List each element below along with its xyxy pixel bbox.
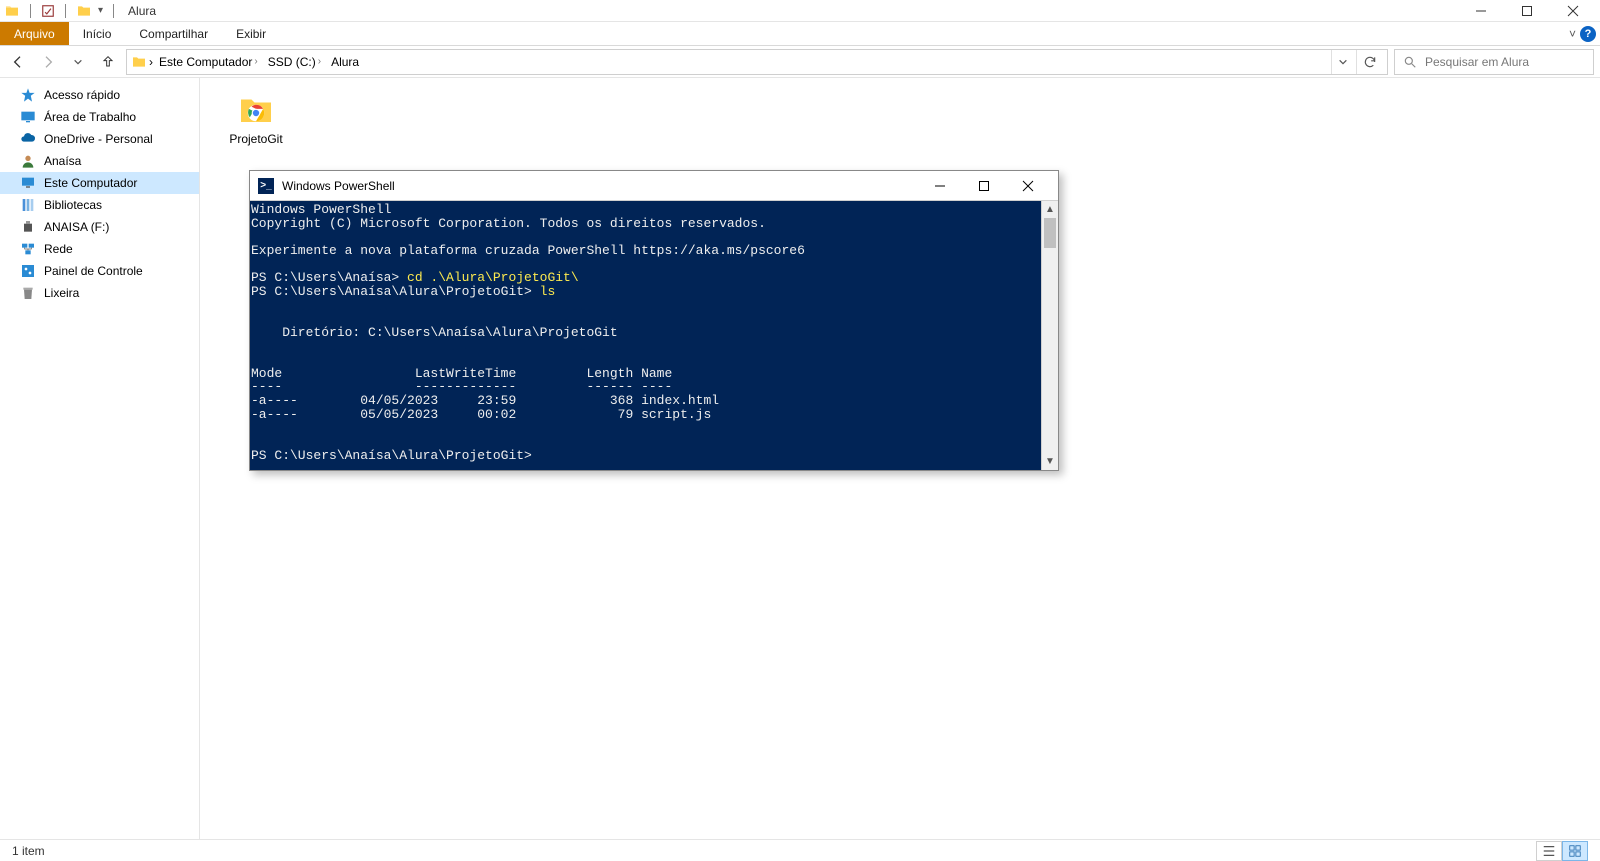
ribbon-tab-exibir[interactable]: Exibir: [222, 22, 280, 45]
star-icon: [20, 87, 36, 103]
separator: [30, 4, 31, 18]
ps-close-button[interactable]: [1006, 172, 1050, 200]
trash-icon: [20, 285, 36, 301]
ps-minimize-button[interactable]: [918, 172, 962, 200]
desktop-icon: [20, 109, 36, 125]
sidebar-item[interactable]: ANAISA (F:): [0, 216, 199, 238]
address-folder-icon: [131, 54, 147, 70]
control-icon: [20, 263, 36, 279]
sidebar-item[interactable]: Rede: [0, 238, 199, 260]
explorer-title-bar: ▾ Alura: [0, 0, 1600, 22]
back-button[interactable]: [6, 50, 30, 74]
sidebar-item-label: Área de Trabalho: [44, 110, 136, 124]
sidebar-item[interactable]: Acesso rápido: [0, 84, 199, 106]
folder-item-projetogit[interactable]: ProjetoGit: [216, 92, 296, 146]
sidebar-item-label: Anaísa: [44, 154, 81, 168]
usb-icon: [20, 219, 36, 235]
scroll-thumb[interactable]: [1044, 218, 1056, 248]
recent-locations-button[interactable]: [66, 50, 90, 74]
folder-icon: [4, 3, 20, 19]
breadcrumb-label: Este Computador: [159, 55, 252, 69]
breadcrumb-item[interactable]: Este Computador›: [155, 50, 262, 74]
ps-maximize-button[interactable]: [962, 172, 1006, 200]
help-button[interactable]: ?: [1580, 26, 1596, 42]
user-icon: [20, 153, 36, 169]
refresh-button[interactable]: [1356, 50, 1383, 74]
network-icon: [20, 241, 36, 257]
ribbon-tab-inicio[interactable]: Início: [69, 22, 126, 45]
sidebar-item-label: Bibliotecas: [44, 198, 102, 212]
ribbon-collapse-icon[interactable]: ˅: [1569, 27, 1576, 41]
onedrive-icon: [20, 131, 36, 147]
scroll-up-icon[interactable]: ▲: [1042, 201, 1058, 218]
powershell-title-bar[interactable]: >_ Windows PowerShell: [250, 171, 1058, 201]
qat-overflow-icon[interactable]: ▾: [98, 5, 103, 16]
minimize-button[interactable]: [1458, 0, 1504, 22]
nav-row: › Este Computador› SSD (C:)› Alura Pesqu…: [0, 46, 1600, 78]
powershell-icon: >_: [258, 178, 274, 194]
powershell-terminal[interactable]: Windows PowerShell Copyright (C) Microso…: [250, 201, 1041, 470]
powershell-window[interactable]: >_ Windows PowerShell Windows PowerShell…: [249, 170, 1059, 471]
sidebar: Acesso rápido Área de Trabalho OneDrive - …: [0, 78, 200, 839]
chevron-right-icon[interactable]: ›: [318, 56, 321, 67]
breadcrumb-item[interactable]: SSD (C:)›: [264, 50, 325, 74]
separator: [113, 4, 114, 18]
qat-properties-icon[interactable]: [41, 4, 55, 18]
sidebar-item[interactable]: Lixeira: [0, 282, 199, 304]
close-button[interactable]: [1550, 0, 1596, 22]
search-placeholder: Pesquisar em Alura: [1425, 55, 1529, 69]
ps-scrollbar[interactable]: ▲ ▼: [1041, 201, 1058, 470]
chevron-right-icon[interactable]: ›: [254, 56, 257, 67]
sidebar-item-label: Este Computador: [44, 176, 137, 190]
ribbon-tab-arquivo[interactable]: Arquivo: [0, 22, 69, 45]
status-bar: 1 item: [0, 839, 1600, 861]
sidebar-item[interactable]: Este Computador: [0, 172, 199, 194]
sidebar-item[interactable]: Anaísa: [0, 150, 199, 172]
sidebar-item[interactable]: OneDrive - Personal: [0, 128, 199, 150]
sidebar-item-label: Rede: [44, 242, 73, 256]
monitor-icon: [20, 175, 36, 191]
breadcrumb-label: SSD (C:): [268, 55, 316, 69]
current-folder-icon: [76, 3, 92, 19]
view-details-button[interactable]: [1536, 841, 1562, 861]
chrome-folder-icon: [238, 92, 274, 128]
ribbon-tab-compartilhar[interactable]: Compartilhar: [125, 22, 222, 45]
sidebar-item-label: Painel de Controle: [44, 264, 143, 278]
breadcrumb-item[interactable]: Alura: [327, 50, 363, 74]
view-icons-button[interactable]: [1562, 841, 1588, 861]
libs-icon: [20, 197, 36, 213]
search-icon: [1403, 55, 1417, 69]
sidebar-item[interactable]: Área de Trabalho: [0, 106, 199, 128]
file-label: ProjetoGit: [216, 132, 296, 146]
sidebar-item[interactable]: Bibliotecas: [0, 194, 199, 216]
status-text: 1 item: [12, 844, 45, 858]
breadcrumb-label: Alura: [331, 55, 359, 69]
sidebar-item-label: OneDrive - Personal: [44, 132, 153, 146]
maximize-button[interactable]: [1504, 0, 1550, 22]
up-button[interactable]: [96, 50, 120, 74]
forward-button[interactable]: [36, 50, 60, 74]
window-title: Alura: [128, 4, 156, 18]
chevron-right-icon[interactable]: ›: [149, 55, 153, 69]
address-bar[interactable]: › Este Computador› SSD (C:)› Alura: [126, 49, 1388, 75]
sidebar-item[interactable]: Painel de Controle: [0, 260, 199, 282]
ribbon-tabs: Arquivo Início Compartilhar Exibir ˅ ?: [0, 22, 1600, 46]
address-dropdown-button[interactable]: [1331, 50, 1354, 74]
powershell-title: Windows PowerShell: [282, 179, 395, 193]
sidebar-item-label: Acesso rápido: [44, 88, 120, 102]
sidebar-item-label: Lixeira: [44, 286, 79, 300]
search-input[interactable]: Pesquisar em Alura: [1394, 49, 1594, 75]
separator: [65, 4, 66, 18]
sidebar-item-label: ANAISA (F:): [44, 220, 109, 234]
scroll-down-icon[interactable]: ▼: [1042, 453, 1058, 470]
